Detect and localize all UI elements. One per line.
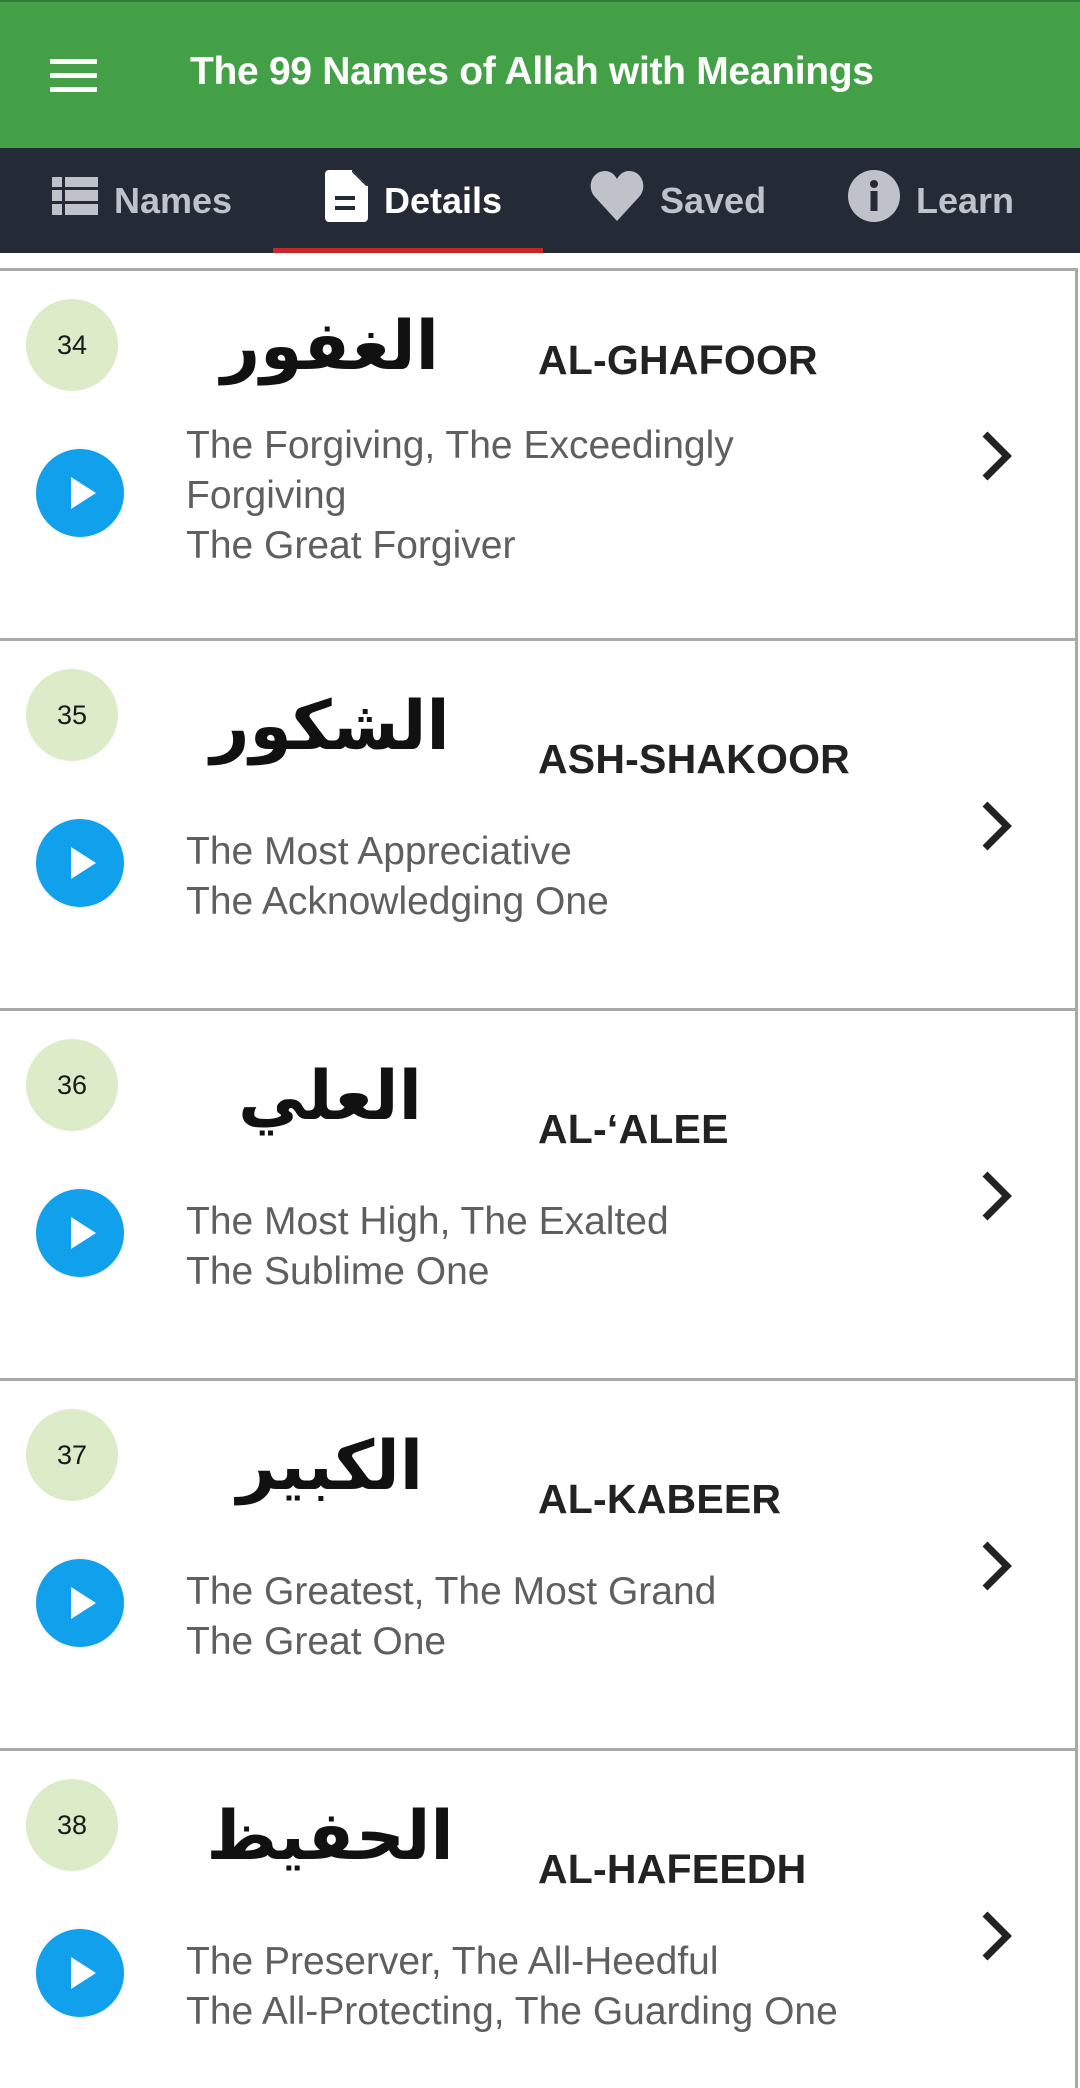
arabic-calligraphy: الحفيظ — [206, 1796, 454, 1876]
tab-bar: Names Details Saved Learn — [0, 148, 1080, 253]
meaning-line: Forgiving — [186, 474, 347, 517]
play-button[interactable] — [36, 819, 124, 907]
number-badge: 35 — [26, 669, 118, 761]
name-meaning: The Most High, The Exalted The Sublime O… — [186, 1197, 946, 1297]
arabic-calligraphy: الشكور — [210, 686, 450, 766]
number-badge: 38 — [26, 1779, 118, 1871]
name-transliteration: AL-HAFEEDH — [538, 1846, 807, 1892]
name-transliteration: AL-KABEER — [538, 1476, 782, 1522]
app-title: The 99 Names of Allah with Meanings — [190, 50, 874, 93]
name-meaning: The Preserver, The All-Heedful The All-P… — [186, 1937, 946, 2037]
meaning-line: The Great Forgiver — [186, 524, 516, 567]
chevron-right-icon[interactable] — [975, 426, 1019, 486]
play-icon — [71, 1587, 96, 1619]
meaning-line: The Great One — [186, 1620, 447, 1663]
chevron-right-icon[interactable] — [975, 1166, 1019, 1226]
number-badge: 37 — [26, 1409, 118, 1501]
arabic-calligraphy: العلي — [238, 1056, 422, 1136]
menu-bar — [50, 87, 97, 92]
play-icon — [71, 847, 96, 879]
meaning-line: The Acknowledging One — [186, 880, 609, 923]
meaning-line: The Most High, The Exalted — [186, 1200, 669, 1243]
tab-learn[interactable]: Learn — [848, 148, 1014, 253]
arabic-calligraphy: الغفور — [221, 306, 439, 386]
play-icon — [71, 477, 96, 509]
play-icon — [71, 1957, 96, 1989]
info-icon — [848, 170, 900, 231]
names-list: 34 الغفور AL-GHAFOOR The Forgiving, The … — [0, 253, 1080, 2088]
tab-label: Learn — [916, 179, 1015, 221]
number-badge: 34 — [26, 299, 118, 391]
tab-label: Details — [384, 179, 503, 221]
play-button[interactable] — [36, 1929, 124, 2017]
name-card[interactable]: 35 الشكور ASH-SHAKOOR The Most Appreciat… — [0, 638, 1078, 1008]
name-transliteration: AL-GHAFOOR — [538, 337, 818, 383]
name-meaning: The Greatest, The Most Grand The Great O… — [186, 1567, 946, 1667]
name-card[interactable]: 38 الحفيظ AL-HAFEEDH The Preserver, The … — [0, 1748, 1078, 2088]
play-icon — [71, 1217, 96, 1249]
heart-icon — [590, 171, 644, 230]
arabic-calligraphy: الكبير — [236, 1426, 424, 1506]
meaning-line: The Preserver, The All-Heedful — [186, 1940, 719, 1983]
meaning-line: The Forgiving, The Exceedingly — [186, 424, 734, 467]
chevron-right-icon[interactable] — [975, 1906, 1019, 1966]
name-card[interactable]: 37 الكبير AL-KABEER The Greatest, The Mo… — [0, 1378, 1078, 1748]
meaning-line: The All-Protecting, The Guarding One — [186, 1990, 838, 2033]
tab-names[interactable]: Names — [52, 148, 232, 253]
play-button[interactable] — [36, 449, 124, 537]
name-transliteration: ASH-SHAKOOR — [538, 736, 850, 782]
play-button[interactable] — [36, 1559, 124, 1647]
chevron-right-icon[interactable] — [975, 1536, 1019, 1596]
menu-bar — [50, 59, 97, 64]
name-meaning: The Most Appreciative The Acknowledging … — [186, 827, 946, 927]
meaning-line: The Sublime One — [186, 1250, 490, 1293]
name-card[interactable]: 34 الغفور AL-GHAFOOR The Forgiving, The … — [0, 268, 1078, 638]
meaning-line: The Greatest, The Most Grand — [186, 1570, 717, 1613]
document-icon — [325, 170, 368, 231]
name-transliteration: AL-‘ALEE — [538, 1106, 729, 1152]
tab-details[interactable]: Details — [325, 148, 502, 253]
number-badge: 36 — [26, 1039, 118, 1131]
list-icon — [52, 177, 98, 224]
name-meaning: The Forgiving, The Exceedingly Forgiving… — [186, 421, 946, 571]
play-button[interactable] — [36, 1189, 124, 1277]
meaning-line: The Most Appreciative — [186, 830, 572, 873]
menu-bar — [50, 73, 97, 78]
app-bar: The 99 Names of Allah with Meanings — [0, 0, 1080, 148]
tab-label: Names — [114, 179, 233, 221]
chevron-right-icon[interactable] — [975, 796, 1019, 856]
tab-label: Saved — [660, 179, 767, 221]
name-card[interactable]: 36 العلي AL-‘ALEE The Most High, The Exa… — [0, 1008, 1078, 1378]
hamburger-menu-icon[interactable] — [50, 59, 97, 93]
tab-saved[interactable]: Saved — [590, 148, 766, 253]
